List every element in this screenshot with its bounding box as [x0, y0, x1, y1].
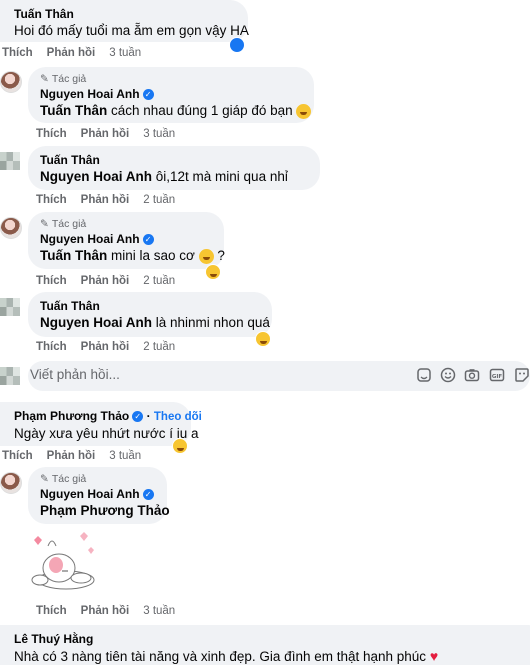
mention-tag[interactable]: Phạm Phương Thảo [40, 503, 170, 518]
sticker-icon[interactable] [416, 367, 432, 383]
pencil-icon: ✎ [40, 73, 49, 85]
reply-button[interactable]: Phản hồi [81, 194, 130, 206]
comment-actions: Thích Phản hồi 2 tuần [36, 274, 175, 288]
laugh-reaction-icon[interactable] [172, 438, 188, 454]
comment-actions: Thích Phản hồi 2 tuần [36, 193, 175, 207]
verified-icon: ✓ [132, 411, 144, 423]
comment-bubble: Lê Thuý Hằng Nhà có 3 nàng tiên tài năng… [0, 625, 530, 665]
verified-icon: ✓ [142, 489, 154, 501]
comment-text: Ngày xưa yêu nhứt nước í iu a [14, 426, 199, 441]
reply-button[interactable]: Phản hồi [81, 275, 130, 287]
like-button[interactable]: Thích [36, 605, 67, 617]
reply-button[interactable]: Phản hồi [47, 450, 96, 462]
verified-icon: ✓ [142, 89, 154, 101]
comment-actions: Thích Phản hồi 3 tuần [36, 604, 175, 618]
comment-bubble: Phạm Phương Thảo ✓ · Theo dõi Ngày xưa yê… [0, 402, 202, 446]
comment-author[interactable]: Tuấn Thân [40, 152, 308, 168]
like-reaction-icon[interactable] [229, 37, 245, 53]
timestamp: 3 tuần [143, 605, 176, 617]
mention-tag[interactable]: Tuấn Thân [40, 103, 107, 118]
gif-icon[interactable]: GIF [489, 367, 505, 383]
timestamp: 2 tuần [143, 341, 176, 353]
like-button[interactable]: Thích [2, 47, 33, 59]
smile-emoji-icon [198, 248, 214, 264]
comment-bubble: Tuấn Thân Nguyen Hoai Anh là nhinmi nhon… [28, 292, 272, 337]
comment-actions: Thích Phản hồi 3 tuần [2, 46, 141, 60]
comment-actions: Thích Phản hồi 3 tuần [36, 127, 175, 141]
mention-tag[interactable]: Tuấn Thân [40, 248, 107, 263]
avatar[interactable] [0, 152, 20, 170]
like-button[interactable]: Thích [36, 128, 67, 140]
timestamp: 3 tuần [143, 128, 176, 140]
comment-text: Tuấn Thân mini la sao cơ ? [40, 248, 225, 264]
comment-author[interactable]: Nguyen Hoai Anh ✓ [40, 86, 302, 102]
pencil-icon: ✎ [40, 473, 49, 485]
comment-bubble: ✎ Tác giả Nguyen Hoai Anh ✓ Tuấn Thân mini… [28, 212, 225, 269]
comment-actions: Thích Phản hồi 2 tuần [36, 340, 175, 354]
sticker-alt-icon[interactable] [514, 367, 530, 383]
comment-actions: Thích Phản hồi 3 tuần [2, 449, 141, 463]
like-button[interactable]: Thích [2, 450, 33, 462]
heart-emoji-icon: ♥ [429, 648, 439, 664]
timestamp: 2 tuần [143, 275, 176, 287]
avatar[interactable] [0, 217, 22, 239]
comment-text: Nguyen Hoai Anh là nhinmi nhon quá [40, 315, 270, 330]
reply-button[interactable]: Phản hồi [47, 47, 96, 59]
comment-author[interactable]: Nguyen Hoai Anh ✓ [40, 231, 212, 247]
bunny-sticker-image [31, 532, 95, 590]
emoji-icon[interactable] [440, 367, 456, 383]
smile-emoji-icon [296, 103, 312, 119]
like-button[interactable]: Thích [36, 275, 67, 287]
avatar[interactable] [0, 472, 22, 494]
reply-placeholder[interactable]: Viết phản hồi... [30, 367, 120, 382]
comment-author[interactable]: Nguyen Hoai Anh ✓ [40, 486, 155, 502]
laugh-reaction-icon[interactable] [205, 264, 221, 280]
comment-text: Nguyen Hoai Anh ôi,12t mà mini qua nhỉ [40, 169, 288, 184]
comment-text: Phạm Phương Thảo [40, 502, 170, 520]
verified-icon: ✓ [142, 234, 154, 246]
comment-bubble: Tuấn Thân Hoi đó mấy tuổi ma ẵm em gọn v… [0, 0, 249, 42]
like-button[interactable]: Thích [36, 341, 67, 353]
timestamp: 2 tuần [143, 194, 176, 206]
laugh-reaction-icon[interactable] [255, 331, 271, 347]
mention-tag[interactable]: Nguyen Hoai Anh [40, 169, 152, 184]
comment-bubble: Tuấn Thân Nguyen Hoai Anh ôi,12t mà mini… [28, 146, 320, 190]
reply-button[interactable]: Phản hồi [81, 605, 130, 617]
reply-button[interactable]: Phản hồi [81, 341, 130, 353]
avatar[interactable] [0, 298, 20, 316]
mention-tag[interactable]: Nguyen Hoai Anh [40, 315, 152, 330]
avatar [0, 367, 20, 385]
pencil-icon: ✎ [40, 218, 49, 230]
timestamp: 3 tuần [109, 47, 142, 59]
like-button[interactable]: Thích [36, 194, 67, 206]
comment-text: Tuấn Thân cách nhau đúng 1 giáp đó bạn [40, 102, 312, 120]
comment-author[interactable]: Phạm Phương Thảo ✓ · Theo dõi [14, 408, 202, 425]
comment-author[interactable]: Lê Thuý Hằng [14, 631, 530, 647]
svg-text:GIF: GIF [492, 374, 503, 380]
comment-author[interactable]: Tuấn Thân [40, 298, 260, 314]
author-badge: ✎ Tác giả [40, 473, 87, 485]
comment-bubble: ✎ Tác giả Nguyen Hoai Anh ✓ Tuấn Thân cách… [28, 67, 314, 123]
follow-button[interactable]: Theo dõi [154, 411, 202, 423]
comment-author[interactable]: Tuấn Thân [14, 6, 236, 22]
comment-text: Nhà có 3 nàng tiên tài năng và xinh đẹp.… [14, 648, 439, 664]
avatar[interactable] [0, 71, 22, 93]
camera-icon[interactable] [464, 367, 480, 383]
comment-bubble: ✎ Tác giả Nguyen Hoai Anh ✓ Phạm Phương Th… [28, 467, 170, 524]
comment-text: Hoi đó mấy tuổi ma ẵm em gọn vậy HA [14, 23, 249, 38]
timestamp: 3 tuần [109, 450, 142, 462]
author-badge: ✎ Tác giả [40, 218, 87, 230]
reply-button[interactable]: Phản hồi [81, 128, 130, 140]
author-badge: ✎ Tác giả [40, 73, 87, 85]
